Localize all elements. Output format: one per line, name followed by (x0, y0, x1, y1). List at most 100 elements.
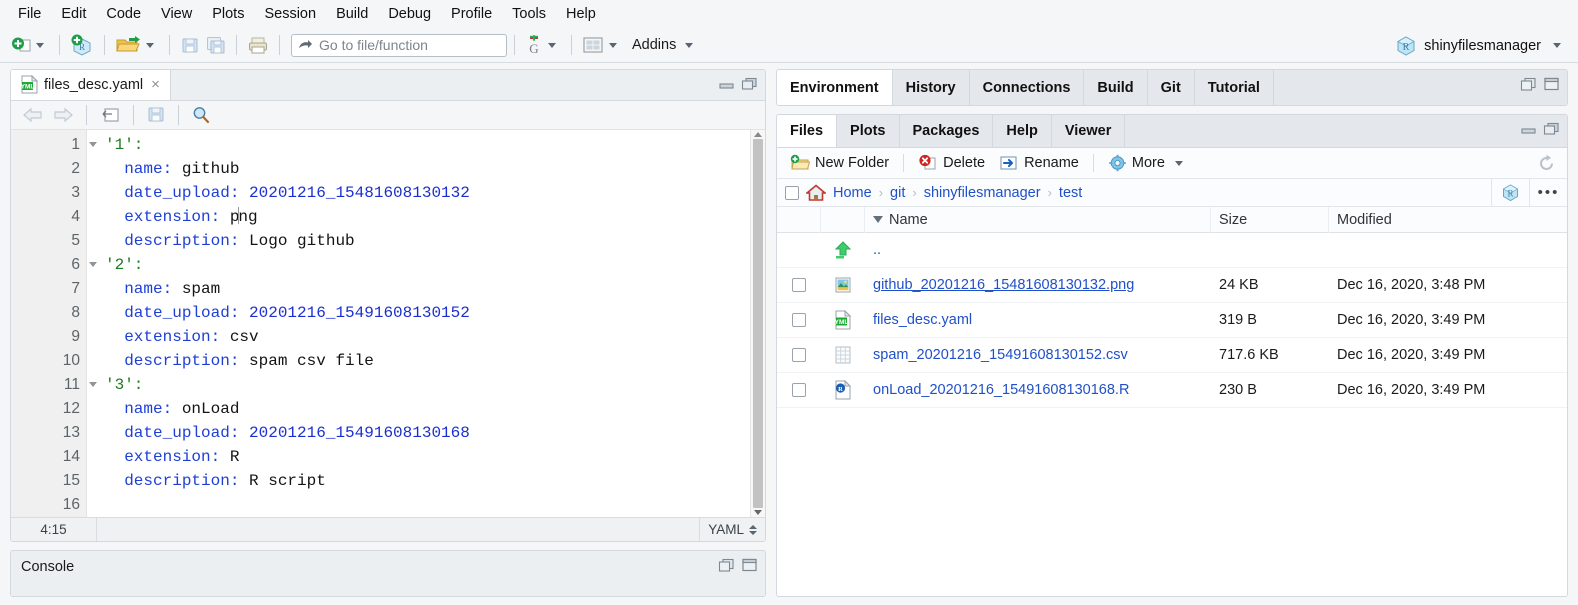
code-line[interactable]: description: Logo github (105, 229, 750, 253)
minimize-pane-icon[interactable] (1520, 122, 1537, 135)
code-line[interactable]: date_upload: 20201216_15481608130132 (105, 181, 750, 205)
save-all-button[interactable] (203, 32, 229, 58)
code-line[interactable]: date_upload: 20201216_15491608130152 (105, 301, 750, 325)
file-name-link[interactable]: spam_20201216_15491608130152.csv (873, 347, 1128, 363)
scroll-down-icon[interactable] (754, 510, 762, 515)
editor-vertical-scrollbar[interactable] (750, 130, 765, 517)
minimize-pane-icon[interactable] (718, 558, 735, 572)
menu-item-edit[interactable]: Edit (51, 3, 96, 25)
row-checkbox[interactable] (792, 313, 806, 327)
menu-item-file[interactable]: File (8, 3, 51, 25)
row-checkbox[interactable] (792, 348, 806, 362)
row-checkbox[interactable] (792, 278, 806, 292)
rename-button[interactable]: Rename (994, 152, 1084, 174)
tab-tutorial[interactable]: Tutorial (1195, 70, 1274, 105)
breadcrumb-item-test[interactable]: test (1059, 185, 1082, 201)
new-file-button[interactable] (8, 32, 52, 58)
chevron-down-icon[interactable] (36, 43, 44, 48)
back-button[interactable] (19, 102, 47, 128)
menu-item-code[interactable]: Code (96, 3, 151, 25)
source-save-button[interactable] (143, 102, 169, 128)
header-name-cell[interactable]: Name (865, 207, 1211, 233)
menu-item-profile[interactable]: Profile (441, 3, 502, 25)
tab-build[interactable]: Build (1084, 70, 1147, 105)
tab-plots[interactable]: Plots (837, 115, 899, 147)
chevron-down-icon[interactable] (548, 43, 556, 48)
project-selector[interactable]: R shinyfilesmanager (1395, 28, 1566, 63)
tab-packages[interactable]: Packages (900, 115, 994, 147)
code-line[interactable]: '1': (105, 133, 750, 157)
code-content[interactable]: '1': name: github date_upload: 20201216_… (87, 130, 750, 517)
breadcrumb-more-button[interactable]: ••• (1529, 179, 1567, 206)
refresh-button[interactable] (1525, 148, 1567, 178)
breadcrumb-item-shinyfilesmanager[interactable]: shinyfilesmanager (924, 185, 1041, 201)
print-button[interactable] (244, 32, 272, 58)
code-line[interactable]: extension: png (105, 205, 750, 229)
new-folder-button[interactable]: New Folder (785, 152, 894, 174)
maximize-pane-icon[interactable] (741, 558, 758, 572)
table-row[interactable]: spam_20201216_15491608130152.csv717.6 KB… (777, 338, 1567, 373)
cursor-position[interactable]: 4:15 (11, 518, 97, 542)
code-line[interactable]: extension: csv (105, 325, 750, 349)
code-line[interactable]: '2': (105, 253, 750, 277)
scroll-up-icon[interactable] (754, 132, 762, 137)
code-line[interactable]: date_upload: 20201216_15491608130168 (105, 421, 750, 445)
scrollbar-thumb[interactable] (753, 139, 763, 508)
maximize-pane-icon[interactable] (1543, 77, 1560, 91)
tab-help[interactable]: Help (993, 115, 1051, 147)
select-all-checkbox[interactable] (785, 186, 799, 200)
tab-connections[interactable]: Connections (970, 70, 1085, 105)
code-line[interactable]: extension: R (105, 445, 750, 469)
addins-button[interactable]: Addins (625, 32, 701, 58)
file-name-link[interactable]: onLoad_20201216_15491608130168.R (873, 382, 1129, 398)
menu-item-build[interactable]: Build (326, 3, 378, 25)
breadcrumb-item-home[interactable]: Home (833, 185, 872, 201)
chevron-down-icon[interactable] (1553, 43, 1561, 48)
delete-button[interactable]: Delete (913, 152, 990, 174)
open-file-button[interactable] (112, 32, 162, 58)
code-line[interactable]: name: spam (105, 277, 750, 301)
breadcrumb-item-git[interactable]: git (890, 185, 905, 201)
workspace-panes-button[interactable] (579, 32, 625, 58)
code-line[interactable] (105, 493, 750, 517)
new-project-button[interactable]: R (67, 32, 97, 58)
source-tab-files-desc-yaml[interactable]: YML files_desc.yaml × (11, 69, 171, 100)
header-modified-cell[interactable]: Modified (1329, 207, 1567, 233)
code-line[interactable]: name: github (105, 157, 750, 181)
row-checkbox[interactable] (792, 383, 806, 397)
parent-directory-row[interactable]: .. (777, 233, 1567, 268)
code-line[interactable]: '3': (105, 373, 750, 397)
menu-item-debug[interactable]: Debug (378, 3, 441, 25)
menu-item-help[interactable]: Help (556, 3, 606, 25)
header-size-cell[interactable]: Size (1211, 207, 1329, 233)
maximize-pane-icon[interactable] (1543, 122, 1560, 135)
project-folder-button[interactable]: R (1491, 179, 1529, 206)
table-row[interactable]: YMLfiles_desc.yaml319 BDec 16, 2020, 3:4… (777, 303, 1567, 338)
code-line[interactable]: description: spam csv file (105, 349, 750, 373)
show-in-new-window-button[interactable] (96, 102, 124, 128)
chevron-down-icon[interactable] (1175, 161, 1183, 166)
tab-history[interactable]: History (893, 70, 970, 105)
tab-viewer[interactable]: Viewer (1052, 115, 1126, 147)
menu-item-tools[interactable]: Tools (502, 3, 556, 25)
tab-git[interactable]: Git (1148, 70, 1195, 105)
compile-report-button[interactable]: G (522, 32, 564, 58)
close-icon[interactable]: × (149, 77, 162, 92)
file-name-link[interactable]: files_desc.yaml (873, 312, 972, 328)
home-icon[interactable] (806, 184, 826, 201)
tab-files[interactable]: Files (777, 115, 837, 147)
find-replace-button[interactable] (188, 102, 214, 128)
parent-directory-link[interactable]: .. (873, 242, 881, 258)
row-name-cell[interactable]: .. (865, 242, 1211, 258)
menu-item-view[interactable]: View (151, 3, 202, 25)
chevron-down-icon[interactable] (609, 43, 617, 48)
tab-environment[interactable]: Environment (777, 70, 893, 105)
chevron-down-icon[interactable] (685, 43, 693, 48)
code-scope-indicator[interactable] (97, 518, 700, 542)
minimize-pane-icon[interactable] (718, 77, 735, 90)
forward-button[interactable] (49, 102, 77, 128)
menu-item-session[interactable]: Session (254, 3, 326, 25)
chevron-down-icon[interactable] (146, 43, 154, 48)
more-button[interactable]: More (1103, 152, 1193, 174)
code-line[interactable]: name: onLoad (105, 397, 750, 421)
